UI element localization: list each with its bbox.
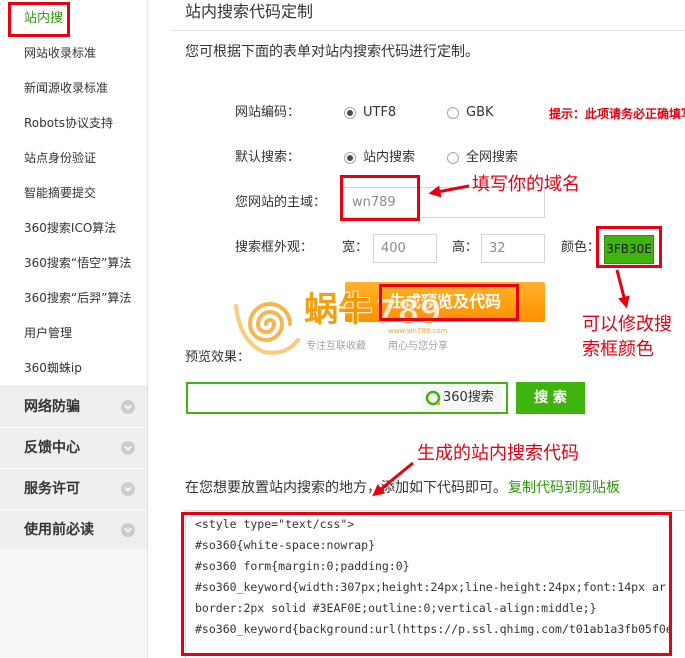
chevron-down-icon bbox=[121, 482, 135, 496]
sidebar-section-read-before-use[interactable]: 使用前必读 bbox=[0, 510, 147, 551]
annotation-color-note-line2: 索框颜色 bbox=[582, 339, 654, 360]
sidebar-item-site-search[interactable]: 站内搜 bbox=[0, 1, 147, 36]
sidebar-item-site-verification[interactable]: 站点身份验证 bbox=[0, 141, 147, 176]
sidebar-section-label: 服务许可 bbox=[24, 481, 80, 497]
annotation-code-note: 生成的站内搜索代码 bbox=[417, 443, 579, 464]
domain-label: 您网站的主域： bbox=[235, 195, 327, 210]
sidebar-section-feedback[interactable]: 反馈中心 bbox=[0, 428, 147, 469]
annotation-domain-note: 填写你的域名 bbox=[472, 174, 580, 195]
sidebar-section-label: 网络防骗 bbox=[24, 399, 80, 415]
watermark-slogan-right: 用心与您分享 bbox=[388, 341, 448, 352]
sidebar-item-site-indexing-standard[interactable]: 网站收录标准 bbox=[0, 36, 147, 71]
color-label: 颜色： bbox=[561, 240, 601, 255]
width-input[interactable] bbox=[373, 234, 437, 263]
chevron-down-icon bbox=[121, 400, 135, 414]
preview-search-button[interactable]: 搜 索 bbox=[516, 382, 585, 414]
encoding-option-utf8-label[interactable]: UTF8 bbox=[363, 103, 396, 123]
appearance-label: 搜索框外观： bbox=[235, 240, 314, 255]
annotation-color-note-line1: 可以修改搜 bbox=[582, 314, 672, 335]
watermark-url: www.wn789.com bbox=[388, 327, 448, 335]
preview-label: 预览效果： bbox=[185, 350, 251, 365]
title-divider bbox=[170, 30, 685, 31]
code-instruction-line: 在您想要放置站内搜索的地方，添加如下代码即可。复制代码到剪贴板 bbox=[185, 478, 620, 498]
sidebar-submenu: 站内搜 网站收录标准 新闻源收录标准 Robots协议支持 站点身份验证 智能摘… bbox=[0, 0, 147, 387]
360-ring-icon bbox=[425, 390, 441, 406]
preview-logo-text: 360搜索 bbox=[443, 390, 494, 405]
sidebar-section-label: 使用前必读 bbox=[24, 522, 94, 538]
code-box[interactable]: <style type="text/css"> #so360{white-spa… bbox=[185, 510, 685, 658]
sidebar-item-houyi-algorithm[interactable]: 360搜索“后羿”算法 bbox=[0, 281, 147, 316]
sidebar-item-ico-algorithm[interactable]: 360搜索ICO算法 bbox=[0, 211, 147, 246]
chevron-down-icon bbox=[121, 523, 135, 537]
encoding-hint: 提示：此项请务必正确填写 bbox=[549, 107, 685, 121]
encoding-hint-container: 提示：此项请务必正确填写 bbox=[549, 103, 685, 123]
default-search-option-web-label[interactable]: 全网搜索 bbox=[466, 148, 518, 168]
default-search-radio-site[interactable] bbox=[344, 152, 356, 164]
sidebar-item-spider-ip[interactable]: 360蜘蛛ip bbox=[0, 351, 147, 386]
encoding-radio-gbk[interactable] bbox=[447, 107, 459, 119]
encoding-radio-utf8[interactable] bbox=[344, 107, 356, 119]
code-line: #so360_keyword{width:307px;height:24px;l… bbox=[195, 580, 666, 594]
sidebar-item-robots-protocol[interactable]: Robots协议支持 bbox=[0, 106, 147, 141]
watermark-slogan-left: 专注互联收藏 bbox=[306, 341, 366, 352]
sidebar-section-service-license[interactable]: 服务许可 bbox=[0, 469, 147, 510]
chevron-down-icon bbox=[121, 441, 135, 455]
encoding-label: 网站编码： bbox=[235, 105, 301, 120]
width-label: 宽： bbox=[342, 240, 369, 255]
annotation-arrow-color bbox=[615, 269, 630, 309]
copy-code-link[interactable]: 复制代码到剪贴板 bbox=[508, 480, 620, 496]
default-search-label: 默认搜索： bbox=[235, 150, 301, 165]
page-title: 站内搜索代码定制 bbox=[185, 2, 314, 21]
height-label: 高： bbox=[452, 240, 479, 255]
sidebar: 站内搜 网站收录标准 新闻源收录标准 Robots协议支持 站点身份验证 智能摘… bbox=[0, 0, 148, 658]
code-instruction: 在您想要放置站内搜索的地方，添加如下代码即可。 bbox=[185, 480, 507, 496]
sidebar-item-wukong-algorithm[interactable]: 360搜索“悟空”算法 bbox=[0, 246, 147, 281]
preview-360-logo: 360搜索 bbox=[421, 386, 503, 410]
sidebar-section-anti-fraud[interactable]: 网络防骗 bbox=[0, 387, 147, 428]
code-line: #so360{white-space:nowrap} bbox=[195, 538, 376, 552]
sidebar-item-user-management[interactable]: 用户管理 bbox=[0, 316, 147, 351]
code-line: #so360 form{margin:0;padding:0} bbox=[195, 559, 410, 573]
intro-text: 您可根据下面的表单对站内搜索代码进行定制。 bbox=[185, 44, 479, 60]
default-search-option-site-label[interactable]: 站内搜索 bbox=[363, 148, 415, 168]
sidebar-section-label: 反馈中心 bbox=[24, 440, 80, 456]
code-line: #so360_keyword{background:url(https://p.… bbox=[195, 622, 673, 636]
encoding-option-gbk-label[interactable]: GBK bbox=[466, 103, 494, 123]
color-picker[interactable]: 3FB30E bbox=[604, 235, 654, 264]
code-line: border:2px solid #3EAF0E;outline:0;verti… bbox=[195, 601, 597, 615]
sidebar-item-smart-summary[interactable]: 智能摘要提交 bbox=[0, 176, 147, 211]
sidebar-item-news-source-standard[interactable]: 新闻源收录标准 bbox=[0, 71, 147, 106]
height-input[interactable] bbox=[481, 234, 545, 263]
code-line: <style type="text/css"> bbox=[195, 517, 355, 531]
generate-preview-code-button[interactable]: 生成预览及代码 bbox=[345, 282, 545, 322]
default-search-radio-web[interactable] bbox=[447, 152, 459, 164]
